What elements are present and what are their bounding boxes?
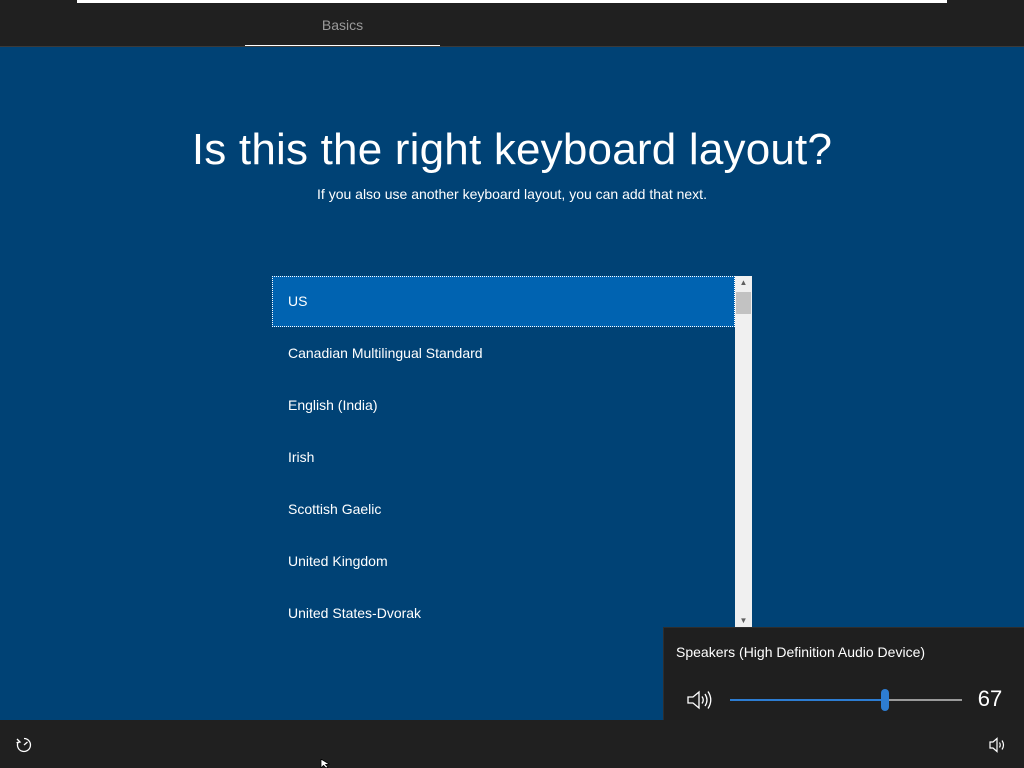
scrollbar-thumb[interactable] — [736, 292, 751, 314]
speaker-icon[interactable] — [686, 689, 714, 711]
header-divider — [0, 46, 1024, 47]
list-item[interactable]: Canadian Multilingual Standard — [272, 328, 735, 379]
list-item[interactable]: United Kingdom — [272, 536, 735, 587]
keyboard-layout-list[interactable]: US Canadian Multilingual Standard Englis… — [272, 276, 752, 628]
volume-slider-thumb[interactable] — [881, 689, 889, 711]
scroll-up-arrow-icon[interactable]: ▲ — [735, 276, 752, 290]
ease-of-access-icon[interactable] — [14, 735, 34, 755]
mouse-cursor-icon — [320, 759, 330, 768]
page-title: Is this the right keyboard layout? — [191, 125, 833, 174]
list-item[interactable]: United States-Dvorak — [272, 588, 735, 628]
tab-basics: Basics — [321, 17, 364, 33]
oobe-keyboard-layout-page: Basics Is this the right keyboard layout… — [0, 0, 1024, 768]
volume-flyout: Speakers (High Definition Audio Device) … — [663, 627, 1024, 727]
audio-device-name: Speakers (High Definition Audio Device) — [676, 644, 926, 660]
volume-level-value: 67 — [977, 686, 1003, 711]
progress-line — [77, 0, 947, 3]
list-scrollbar[interactable]: ▲ ▼ — [735, 276, 752, 628]
scroll-down-arrow-icon[interactable]: ▼ — [735, 614, 752, 628]
list-item[interactable]: Irish — [272, 432, 735, 483]
page-subtitle: If you also use another keyboard layout,… — [317, 186, 707, 202]
volume-tray-icon[interactable] — [988, 736, 1008, 754]
top-bar: Basics — [0, 0, 1024, 47]
list-item[interactable]: US — [272, 276, 735, 327]
list-item[interactable]: English (India) — [272, 380, 735, 431]
list-item[interactable]: Scottish Gaelic — [272, 484, 735, 535]
volume-slider-fill — [730, 699, 885, 701]
volume-slider[interactable] — [730, 688, 962, 712]
bottom-bar — [0, 720, 1024, 768]
